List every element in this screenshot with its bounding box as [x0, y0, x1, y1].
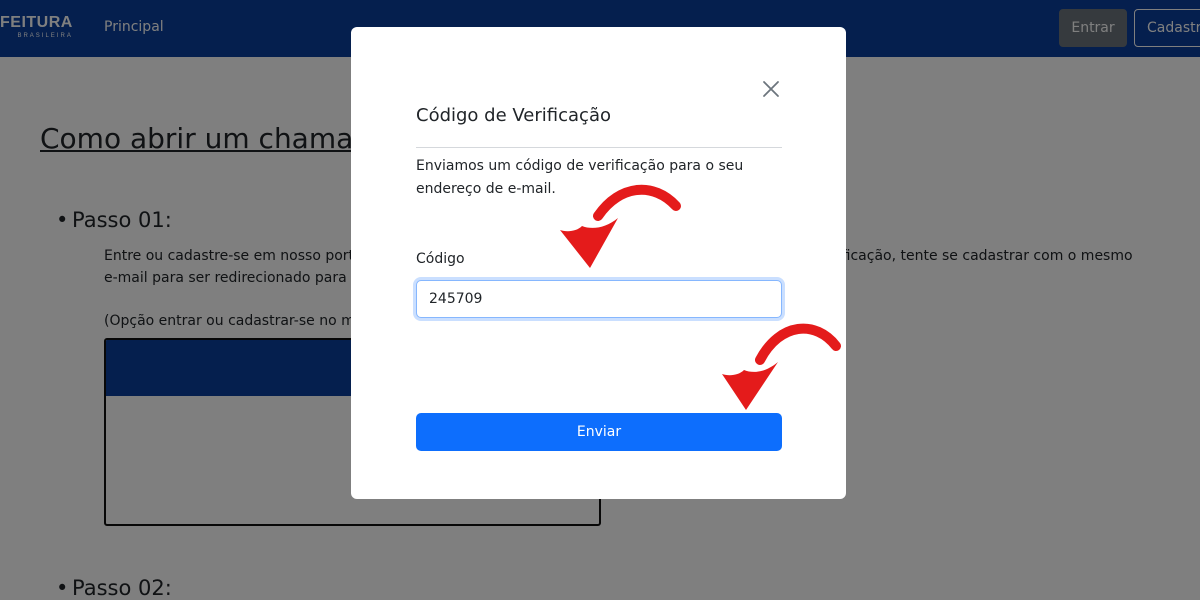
close-icon[interactable] [759, 77, 783, 101]
code-label: Código [416, 251, 465, 267]
annotation-arrow-icon [560, 184, 681, 268]
modal-title: Código de Verificação [416, 105, 611, 126]
annotation-arrow-icon [722, 323, 841, 410]
modal-divider [416, 147, 782, 148]
submit-button[interactable]: Enviar [416, 413, 782, 451]
code-input[interactable] [416, 280, 782, 318]
